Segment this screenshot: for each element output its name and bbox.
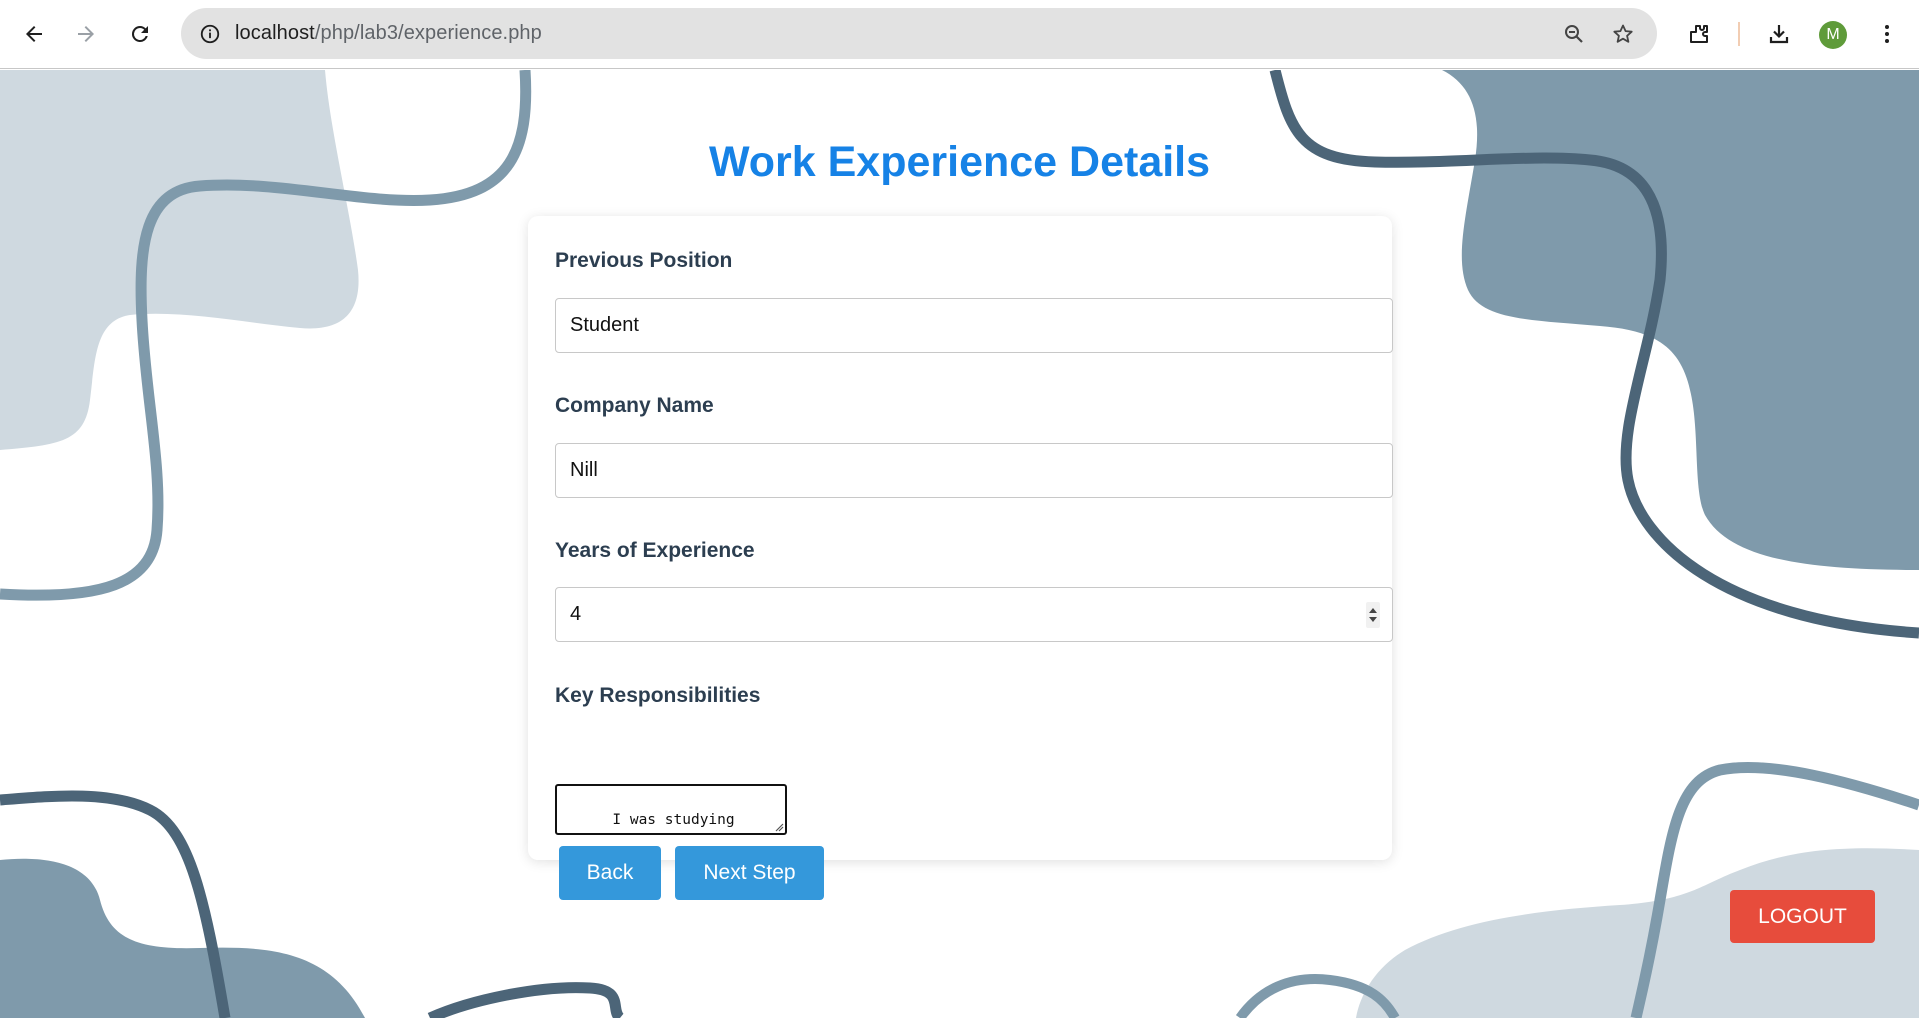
position-input[interactable]: Student (555, 298, 1393, 353)
zoom-icon[interactable] (1560, 20, 1588, 48)
back-button[interactable]: Back (559, 846, 661, 900)
years-value: 4 (570, 603, 582, 625)
responsibilities-label: Key Responsibilities (555, 684, 761, 707)
page-title: Work Experience Details (708, 138, 1211, 186)
responsibilities-textarea[interactable]: I was studying Computer Engineering (555, 784, 787, 835)
download-icon[interactable] (1765, 20, 1793, 48)
back-arrow-icon[interactable] (14, 14, 54, 54)
extensions-icon[interactable] (1685, 20, 1713, 48)
responsibilities-text: I was studying Computer Engineering (612, 812, 735, 828)
browser-toolbar: localhost/php/lab3/experience.php M (0, 0, 1919, 69)
company-label: Company Name (555, 394, 714, 417)
years-input[interactable]: 4 (555, 587, 1393, 642)
number-spinner-icon[interactable] (1366, 602, 1380, 628)
url-path: /php/lab3/experience.php (314, 22, 542, 44)
bookmark-star-icon[interactable] (1609, 20, 1637, 48)
resize-grip-icon[interactable] (774, 822, 784, 832)
company-input[interactable]: Nill (555, 443, 1393, 498)
next-step-button[interactable]: Next Step (675, 846, 824, 900)
url-host: localhost (235, 22, 315, 44)
forward-arrow-icon[interactable] (66, 14, 106, 54)
position-label: Previous Position (555, 249, 733, 272)
reload-icon[interactable] (120, 14, 160, 54)
address-bar[interactable]: localhost/php/lab3/experience.php (181, 8, 1657, 59)
profile-avatar[interactable]: M (1819, 21, 1847, 49)
toolbar-divider (1738, 22, 1740, 46)
page-viewport: Work Experience Details Previous Positio… (0, 70, 1919, 1018)
url-text[interactable]: localhost/php/lab3/experience.php (235, 22, 542, 45)
years-label: Years of Experience (555, 539, 755, 562)
kebab-menu-icon[interactable] (1873, 20, 1901, 48)
site-info-icon[interactable] (193, 17, 227, 51)
experience-form: Previous Position Student Company Name N… (528, 216, 1393, 900)
logout-button[interactable]: LOGOUT (1730, 890, 1875, 943)
